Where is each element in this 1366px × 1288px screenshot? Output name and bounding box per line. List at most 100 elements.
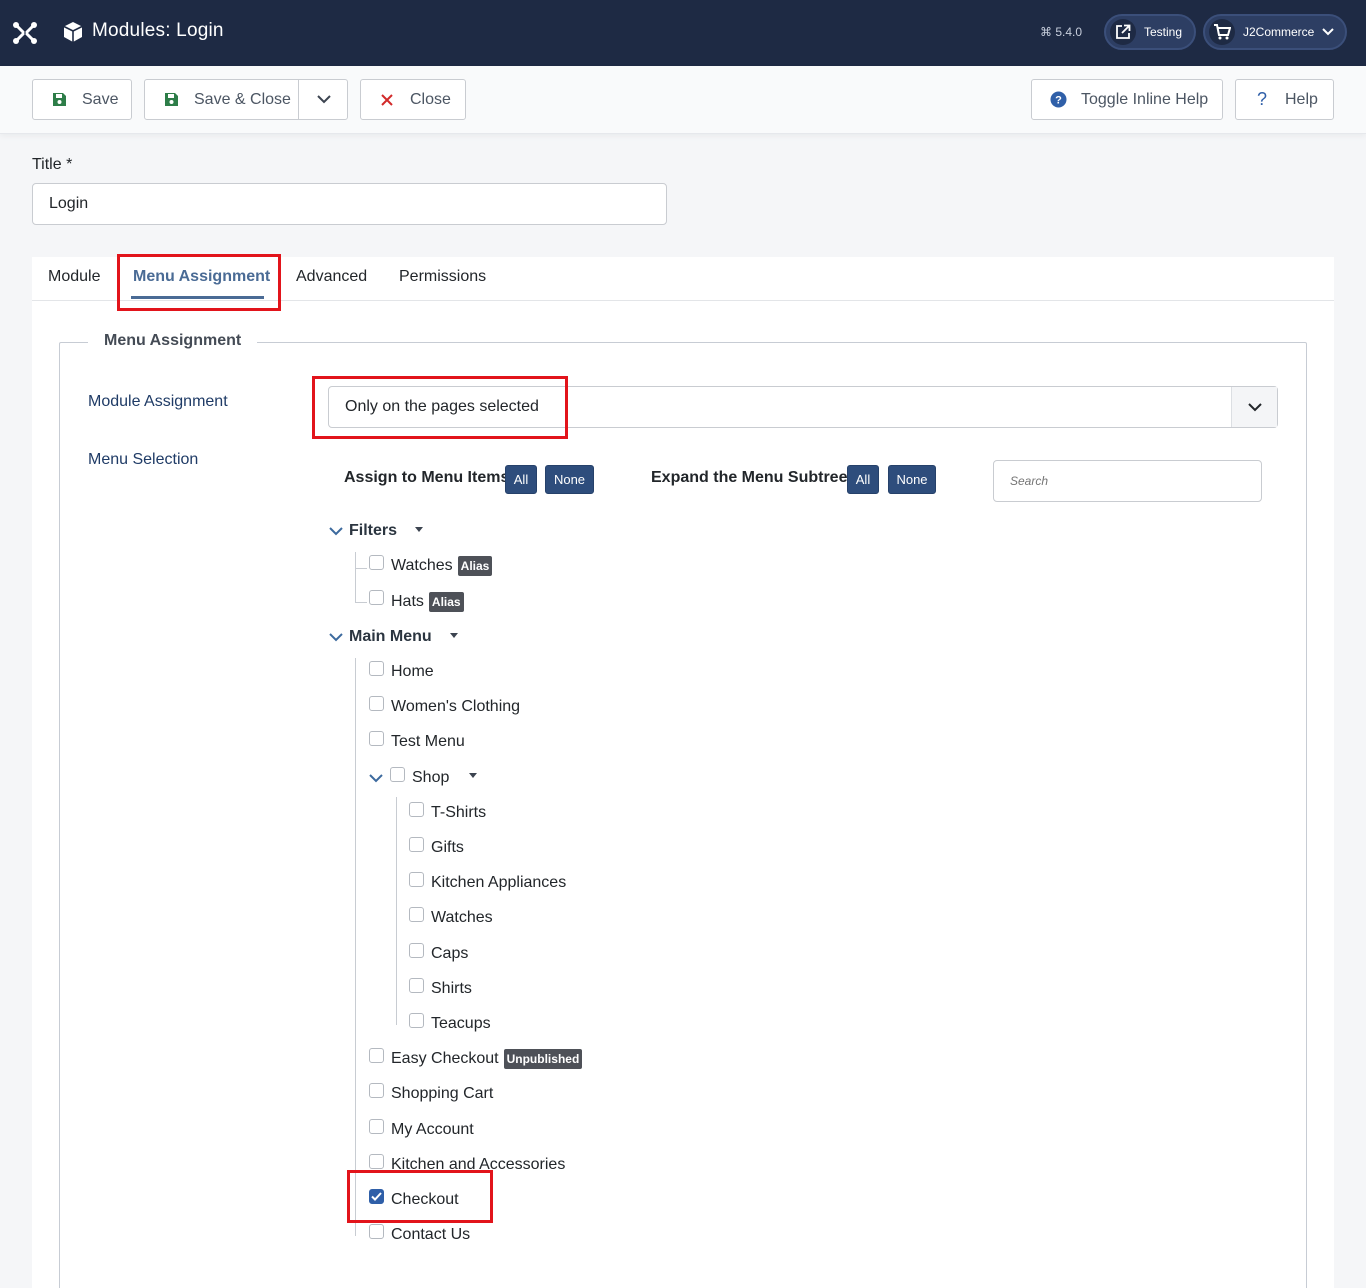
tree-group-main-menu: Main Menu	[349, 628, 432, 645]
checkbox[interactable]	[369, 590, 384, 605]
checkbox[interactable]	[369, 1048, 384, 1063]
highlight-box-assignment	[312, 376, 568, 439]
checkbox[interactable]	[409, 872, 424, 887]
checkbox[interactable]	[369, 1224, 384, 1239]
chevron-down-icon	[1231, 387, 1277, 427]
title-label: Title *	[32, 156, 73, 173]
alias-badge: Alias	[428, 592, 464, 612]
tab-module[interactable]: Module	[48, 268, 100, 286]
question-circle-icon: ?	[1049, 91, 1067, 109]
close-label: Close	[410, 90, 451, 108]
toggle-help-label: Toggle Inline Help	[1081, 90, 1209, 108]
tree-item-watches-alias: Watches Alias	[391, 555, 493, 577]
checkbox[interactable]	[390, 767, 405, 782]
tree-item-hats-alias: Hats Alias	[391, 591, 464, 613]
close-button[interactable]: Close	[360, 79, 466, 120]
fieldset-legend: Menu Assignment	[88, 332, 258, 350]
checkbox[interactable]	[409, 943, 424, 958]
tree-item-easy-checkout: Easy Checkout Unpublished	[391, 1048, 583, 1070]
checkbox[interactable]	[409, 1013, 424, 1028]
checkbox[interactable]	[369, 1083, 384, 1098]
assign-none-button[interactable]: None	[545, 465, 594, 494]
tree-item-home: Home	[391, 663, 434, 680]
tree-item-label: Hats	[391, 593, 424, 610]
checkbox[interactable]	[369, 731, 384, 746]
user-menu-label: J2Commerce	[1243, 25, 1315, 39]
checkbox[interactable]	[369, 555, 384, 570]
module-assignment-label: Module Assignment	[88, 393, 228, 410]
chevron-down-icon[interactable]	[329, 633, 343, 642]
help-button[interactable]: ? Help	[1235, 79, 1334, 120]
toolbar: Save Save & Close Close ? Toggle Inline …	[0, 66, 1366, 134]
page-title: Modules: Login	[92, 20, 224, 41]
tree-item-kitchen-appliances: Kitchen Appliances	[431, 874, 567, 891]
chevron-down-icon[interactable]	[329, 527, 343, 536]
tree-item-gifts: Gifts	[431, 839, 464, 856]
tree-item-my-account: My Account	[391, 1121, 474, 1138]
caret-down-icon[interactable]	[450, 633, 458, 638]
tree-item-label: Watches	[391, 557, 453, 574]
help-label: Help	[1285, 90, 1318, 108]
save-close-button[interactable]: Save & Close	[144, 79, 348, 120]
alias-badge: Alias	[457, 556, 493, 576]
cube-icon	[63, 22, 83, 42]
top-header: Modules: Login ⌘ 5.4.0 Testing J2Commerc…	[0, 0, 1366, 66]
checkbox[interactable]	[369, 661, 384, 676]
save-icon	[162, 91, 180, 109]
save-label: Save	[82, 90, 119, 108]
checkbox[interactable]	[369, 1119, 384, 1134]
cart-icon	[1209, 19, 1235, 45]
assign-menu-items-label: Assign to Menu Items	[344, 469, 510, 486]
tree-item-watches: Watches	[431, 909, 493, 926]
expand-subtrees-label: Expand the Menu Subtrees	[651, 469, 857, 486]
tree-item-shopping-cart: Shopping Cart	[391, 1085, 494, 1102]
tree-item-label: Easy Checkout	[391, 1050, 499, 1067]
version-label: ⌘ 5.4.0	[1040, 25, 1083, 39]
chevron-down-icon	[316, 95, 331, 104]
save-icon	[50, 91, 68, 109]
tab-permissions[interactable]: Permissions	[399, 268, 486, 286]
menu-selection-label: Menu Selection	[88, 451, 199, 468]
joomla-logo-icon[interactable]	[12, 20, 38, 46]
expand-all-button[interactable]: All	[847, 465, 879, 494]
close-icon	[378, 91, 396, 109]
checkbox[interactable]	[409, 907, 424, 922]
tree-item-t-shirts: T-Shirts	[431, 804, 487, 821]
tree-group-filters: Filters	[349, 522, 398, 539]
site-preview-label: Testing	[1144, 25, 1183, 39]
user-menu-button[interactable]: J2Commerce	[1203, 14, 1347, 50]
tree-line	[396, 797, 397, 1025]
tree-item-shirts: Shirts	[431, 980, 472, 997]
tree-item-teacups: Teacups	[431, 1015, 491, 1032]
save-button[interactable]: Save	[32, 79, 132, 120]
checkbox[interactable]	[369, 1154, 384, 1169]
chevron-down-icon[interactable]	[369, 774, 383, 783]
title-input[interactable]	[32, 183, 667, 225]
tree-line	[355, 602, 367, 603]
unpublished-badge: Unpublished	[503, 1049, 583, 1069]
caret-down-icon[interactable]	[415, 527, 423, 532]
tree-item-contact-us: Contact Us	[391, 1226, 471, 1243]
search-input[interactable]	[993, 460, 1262, 502]
checkbox[interactable]	[409, 802, 424, 817]
tree-item-womens-clothing: Women's Clothing	[391, 698, 521, 715]
highlight-box-tab	[117, 254, 281, 311]
version-number: 5.4.0	[1055, 25, 1083, 39]
site-preview-button[interactable]: Testing	[1104, 14, 1196, 50]
toggle-inline-help-button[interactable]: ? Toggle Inline Help	[1031, 79, 1223, 120]
tree-item-caps: Caps	[431, 945, 469, 962]
tree-item-test-menu: Test Menu	[391, 733, 465, 750]
save-options-dropdown[interactable]	[299, 80, 348, 119]
tree-line	[355, 552, 356, 602]
question-icon: ?	[1256, 89, 1267, 109]
tree-line	[355, 568, 367, 569]
checkbox[interactable]	[369, 696, 384, 711]
highlight-box-checkout	[347, 1170, 493, 1223]
svg-text:?: ?	[1055, 95, 1062, 107]
expand-none-button[interactable]: None	[888, 465, 936, 494]
checkbox[interactable]	[409, 837, 424, 852]
assign-all-button[interactable]: All	[505, 465, 537, 494]
tab-advanced[interactable]: Advanced	[296, 268, 367, 286]
caret-down-icon[interactable]	[469, 773, 477, 778]
checkbox[interactable]	[409, 978, 424, 993]
